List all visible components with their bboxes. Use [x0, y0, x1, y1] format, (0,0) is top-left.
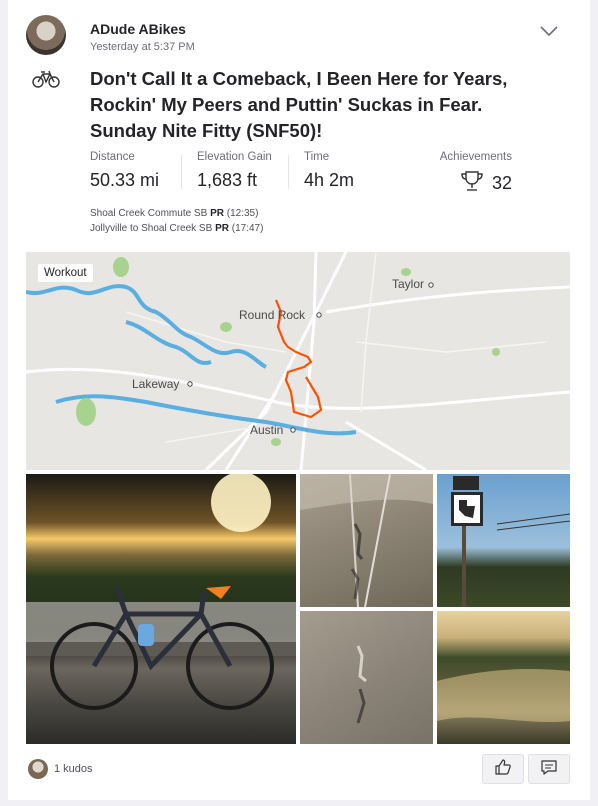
stat-label: Elevation Gain — [197, 151, 272, 163]
kudos-avatar[interactable] — [28, 759, 48, 779]
route-map[interactable]: Workout Taylor Round Rock Lakeway Austin — [26, 252, 570, 470]
thumbs-up-icon — [494, 758, 512, 781]
stat-label: Distance — [90, 151, 135, 163]
photo-heron-reflection[interactable] — [300, 474, 433, 607]
comment-button[interactable] — [528, 754, 570, 784]
stat-distance: Distance 50.33 mi — [90, 151, 159, 191]
segment-item[interactable]: Jollyville to Shoal Creek SB PR (17:47) — [90, 221, 263, 236]
stat-label: Time — [304, 151, 330, 163]
photo-heron-shallow-water[interactable] — [300, 611, 433, 744]
kudos-count[interactable]: 1 kudos — [54, 763, 93, 775]
achievements-count: 32 — [491, 173, 512, 193]
segment-item[interactable]: Shoal Creek Commute SB PR (12:35) — [90, 206, 263, 221]
stat-value: 50.33 mi — [90, 170, 160, 190]
segment-list: Shoal Creek Commute SB PR (12:35) Jollyv… — [90, 206, 263, 236]
map-label: Workout — [38, 264, 93, 282]
road-sign-photo-graphic — [451, 476, 570, 607]
athlete-avatar[interactable] — [26, 15, 66, 55]
map-graphic — [26, 252, 570, 470]
stat-achievements: Achievements 32 — [432, 151, 512, 197]
trophy-icon — [460, 170, 484, 197]
heron-photo-graphic — [300, 474, 433, 607]
stat-divider — [288, 155, 289, 189]
activity-timestamp: Yesterday at 5:37 PM — [90, 41, 195, 53]
bike-photo-graphic — [26, 474, 296, 710]
stat-label: Achievements — [439, 151, 512, 163]
map-place-round-rock: Round Rock — [239, 308, 306, 322]
map-place-taylor: Taylor — [392, 277, 425, 291]
photo-bike-sunset[interactable] — [26, 474, 296, 744]
river-photo-graphic — [437, 669, 570, 723]
stat-divider — [181, 155, 182, 189]
give-kudos-button[interactable] — [482, 754, 524, 784]
stat-value: 1,683 ft — [197, 170, 258, 190]
photo-texas-road-sign[interactable] — [437, 474, 570, 607]
chevron-down-icon[interactable] — [538, 22, 560, 40]
photo-river-sunset[interactable] — [437, 611, 570, 744]
map-place-austin: Austin — [250, 423, 284, 437]
bicycle-icon — [32, 69, 60, 89]
athlete-name[interactable]: ADude ABikes — [90, 21, 186, 37]
comment-icon — [540, 758, 558, 781]
stat-value: 4h 2m — [304, 170, 355, 190]
stat-time: Time 4h 2m — [304, 151, 354, 191]
heron-water-photo-graphic — [356, 645, 367, 724]
activity-title[interactable]: Don't Call It a Comeback, I Been Here fo… — [90, 66, 510, 144]
stat-elevation: Elevation Gain 1,683 ft — [197, 151, 272, 191]
map-place-lakeway: Lakeway — [132, 377, 180, 391]
activity-card: ADude ABikes Yesterday at 5:37 PM Don't … — [8, 0, 590, 800]
